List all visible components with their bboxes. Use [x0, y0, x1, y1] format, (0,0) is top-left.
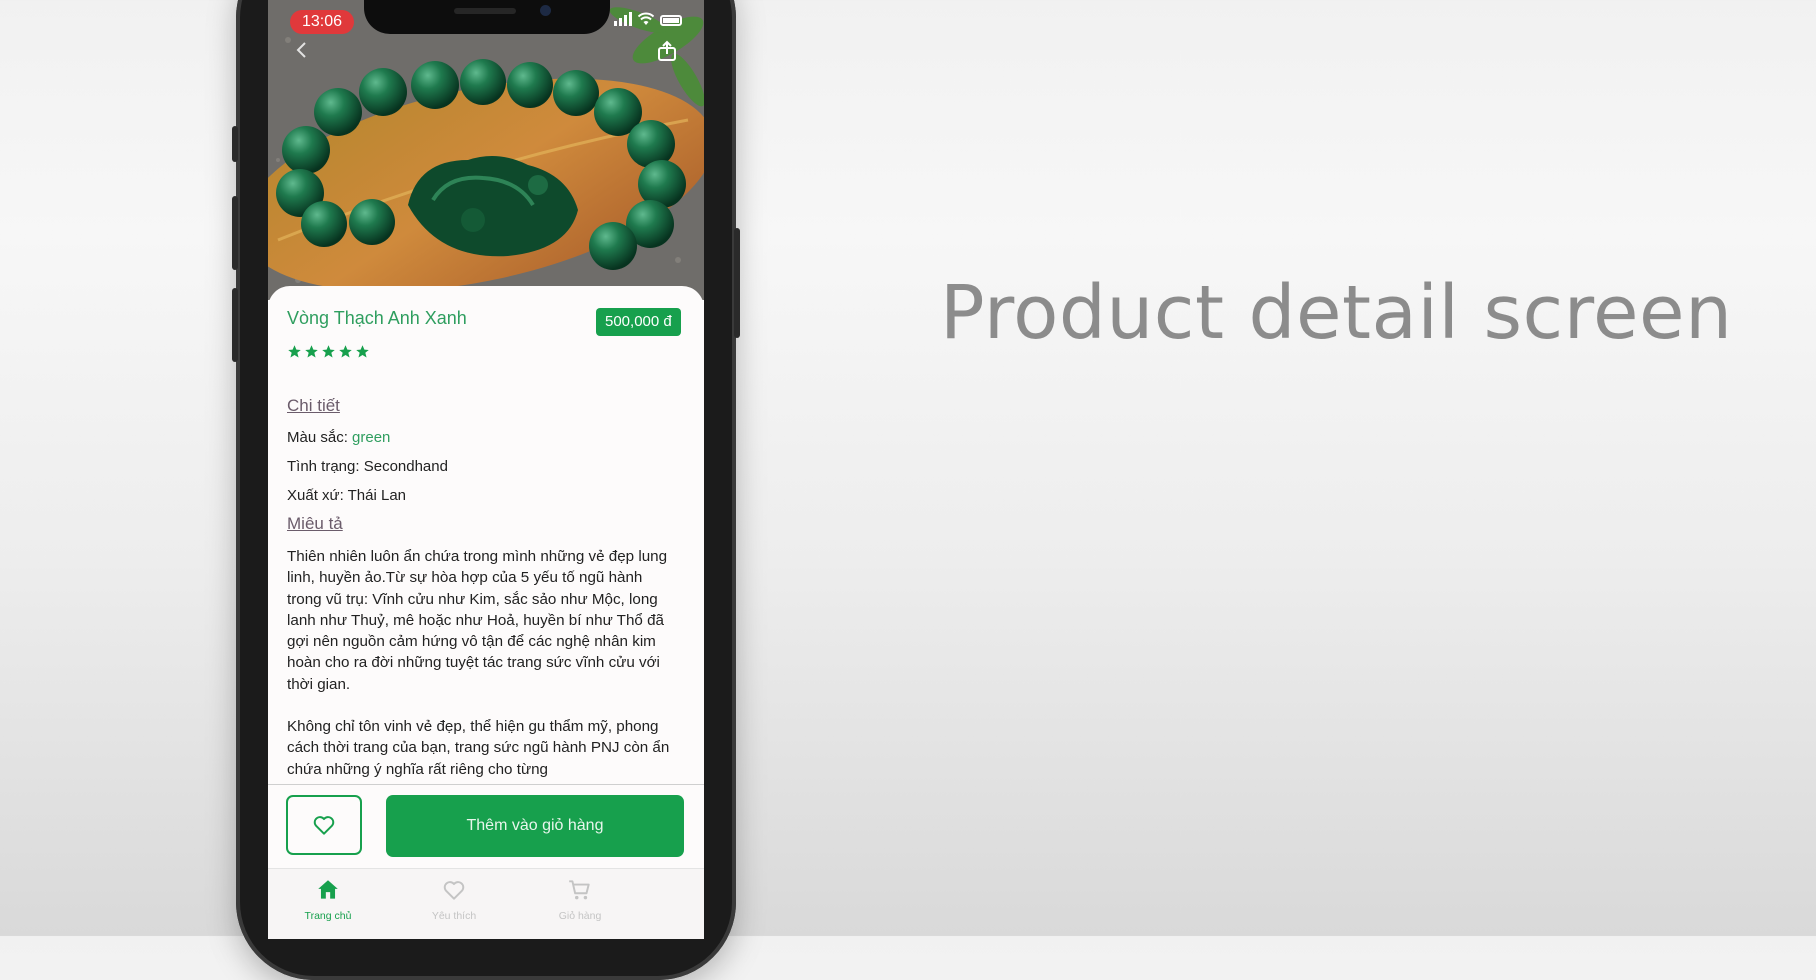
tab-label: Trang chủ [304, 910, 352, 922]
star-icon [322, 345, 335, 358]
action-bar: Thêm vào giỏ hàng [268, 785, 704, 871]
volume-down-button [232, 288, 238, 362]
condition-label: Tình trạng: [287, 458, 360, 475]
star-icon [305, 345, 318, 358]
tab-home[interactable]: Trang chủ [268, 877, 388, 922]
heart-icon [443, 881, 465, 900]
product-image [268, 0, 704, 300]
share-icon [658, 40, 676, 61]
phone-notch [364, 0, 610, 34]
tab-favorites[interactable]: Yêu thích [394, 877, 514, 922]
battery-icon [660, 15, 682, 26]
description-text: Thiên nhiên luôn ẩn chứa trong mình nhữn… [287, 546, 679, 782]
power-button [734, 228, 740, 338]
heart-icon [313, 816, 335, 835]
color-value: green [352, 429, 391, 446]
tab-label: Yêu thích [431, 910, 477, 922]
condition-value: Secondhand [363, 458, 448, 475]
back-button[interactable] [292, 40, 312, 65]
bottom-tab-bar: Trang chủ Yêu thích Giỏ hàng [268, 868, 704, 939]
home-icon [318, 880, 338, 899]
front-camera [540, 5, 551, 16]
color-label: Màu sắc: [287, 429, 348, 446]
favorite-button[interactable] [286, 795, 362, 855]
wifi-icon [638, 12, 654, 25]
color-attribute: Màu sắc: green [287, 429, 390, 446]
origin-value: Thái Lan [347, 487, 407, 504]
chevron-left-icon [296, 42, 306, 58]
silent-switch [232, 126, 238, 162]
status-time: 13:06 [290, 10, 354, 34]
product-detail-card: Vòng Thạch Anh Xanh 500,000 đ Chi tiết M… [268, 286, 704, 939]
details-section-title: Chi tiết [287, 396, 340, 415]
origin-label: Xuất xứ: [287, 487, 344, 504]
earpiece-speaker [454, 8, 516, 14]
signal-icon [614, 12, 632, 26]
condition-attribute: Tình trạng: Secondhand [287, 458, 448, 475]
add-to-cart-button[interactable]: Thêm vào giỏ hàng [386, 795, 684, 857]
rating-stars [287, 344, 370, 359]
share-button[interactable] [656, 40, 678, 67]
description-section-title: Miêu tả [287, 514, 343, 533]
star-icon [356, 345, 369, 358]
product-name: Vòng Thạch Anh Xanh [287, 308, 467, 328]
cart-icon [569, 880, 590, 900]
origin-attribute: Xuất xứ: Thái Lan [287, 487, 406, 504]
description-paragraph: Thiên nhiên luôn ẩn chứa trong mình nhữn… [287, 548, 668, 693]
tab-cart[interactable]: Giỏ hàng [520, 877, 640, 922]
price-badge: 500,000 đ [596, 308, 681, 336]
description-paragraph: Không chỉ tôn vinh vẻ đẹp, thể hiện gu t… [287, 718, 670, 778]
volume-up-button [232, 196, 238, 270]
status-icons [614, 12, 682, 26]
star-icon [339, 345, 352, 358]
slide-title: Product detail screen [940, 270, 1733, 356]
tab-label: Giỏ hàng [558, 910, 602, 922]
star-icon [288, 345, 301, 358]
